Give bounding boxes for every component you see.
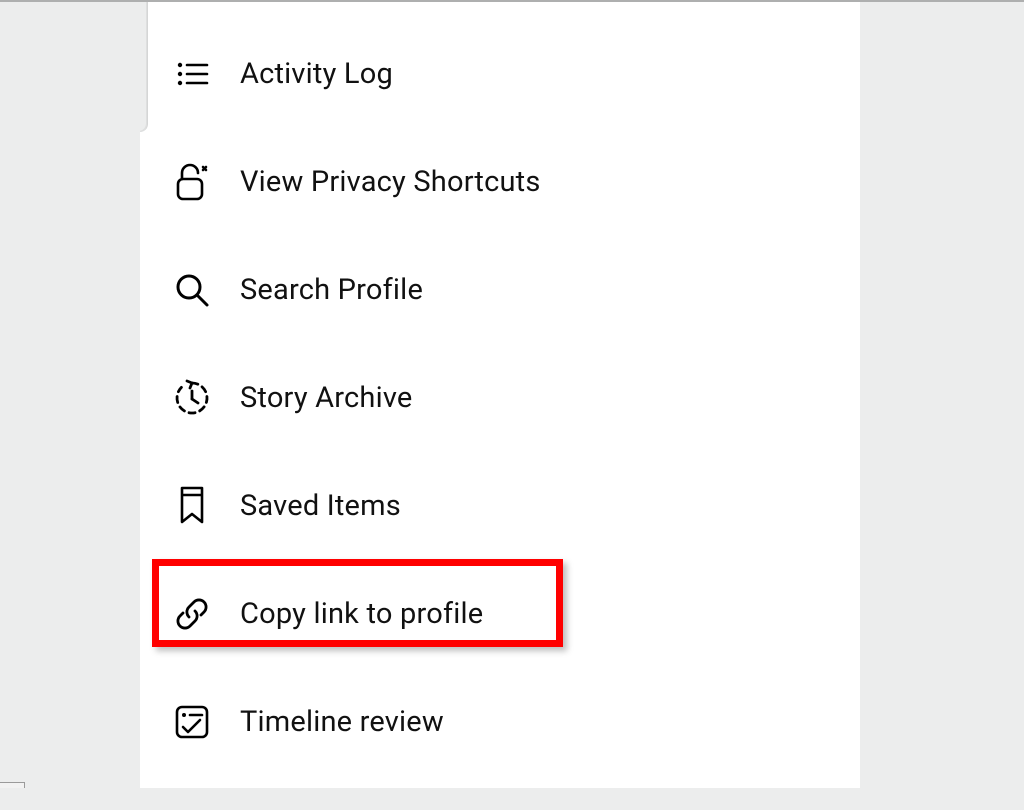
timeline-check-icon xyxy=(170,703,214,741)
menu-item-privacy-shortcuts[interactable]: View Privacy Shortcuts xyxy=(140,128,860,236)
link-icon xyxy=(170,594,214,634)
bookmark-icon xyxy=(170,485,214,527)
menu-item-timeline-review[interactable]: Timeline review xyxy=(140,668,860,776)
menu-item-label: Activity Log xyxy=(240,60,393,89)
menu-item-search-profile[interactable]: Search Profile xyxy=(140,236,860,344)
menu-item-activity-log[interactable]: Activity Log xyxy=(140,20,860,128)
activity-log-icon xyxy=(170,56,214,92)
lock-icon xyxy=(170,161,214,203)
menu-item-label: View Privacy Shortcuts xyxy=(240,168,541,197)
menu-item-copy-link[interactable]: Copy link to profile xyxy=(140,560,860,668)
search-icon xyxy=(170,271,214,309)
menu-item-story-archive[interactable]: Story Archive xyxy=(140,344,860,452)
menu-item-label: Timeline review xyxy=(240,708,444,737)
menu-item-saved-items[interactable]: Saved Items xyxy=(140,452,860,560)
clock-history-icon xyxy=(170,378,214,418)
menu-item-label: Story Archive xyxy=(240,384,412,413)
profile-menu-list: Activity Log View Privacy Shortcuts xyxy=(140,2,860,776)
menu-item-label: Saved Items xyxy=(240,492,401,521)
menu-item-label: Copy link to profile xyxy=(240,600,483,629)
menu-item-label: Search Profile xyxy=(240,276,423,305)
profile-menu-panel: Activity Log View Privacy Shortcuts xyxy=(140,2,860,788)
bottom-left-stub xyxy=(0,782,25,788)
